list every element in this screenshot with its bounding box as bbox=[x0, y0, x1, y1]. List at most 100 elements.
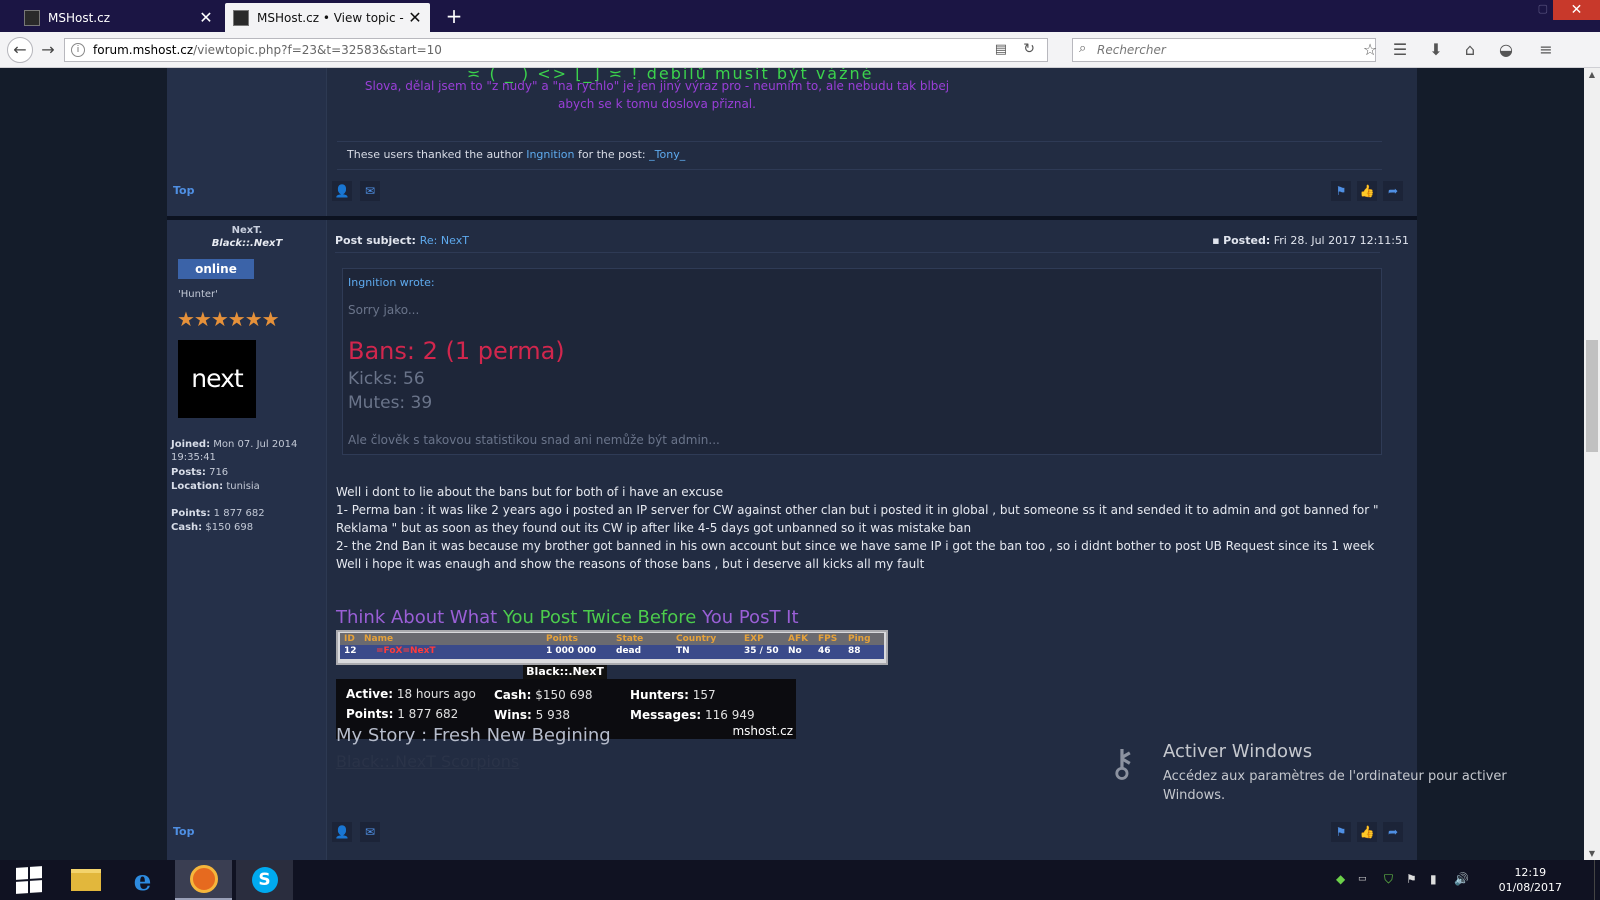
tab-title: MSHost.cz • View topic - NexT bbox=[257, 10, 408, 25]
signature-line: Slova, dělal jsem to "z nudy" a "na rych… bbox=[364, 79, 950, 93]
window-close-icon[interactable]: ✕ bbox=[1553, 0, 1600, 20]
player-card-title: Black::.NexT bbox=[523, 665, 607, 679]
tab-bar: MSHost.cz ✕ MSHost.cz • View topic - Nex… bbox=[0, 0, 1600, 32]
signature-motto: Think About What You Post Twice Before Y… bbox=[336, 607, 799, 628]
close-tab-icon[interactable]: ✕ bbox=[408, 9, 422, 25]
volume-icon[interactable]: 🔊 bbox=[1454, 872, 1469, 886]
quote-kicks: Kicks: 56 bbox=[348, 369, 425, 389]
menu-hamburger-icon[interactable]: ≡ bbox=[1536, 40, 1556, 59]
location-field: Location: tunisia bbox=[171, 481, 260, 492]
post-next: NexT. Black::.NexT online 'Hunter' ★★★★★… bbox=[167, 220, 1417, 860]
cash-field: Cash: $150 698 bbox=[171, 522, 254, 533]
quote-bans: Bans: 2 (1 perma) bbox=[348, 337, 565, 365]
url-bar[interactable]: i forum.mshost.cz /viewtopic.php?f=23&t=… bbox=[64, 38, 1048, 62]
quote-text: Ale člověk s takovou statistikou snad an… bbox=[348, 433, 720, 447]
taskbar-internet-explorer[interactable]: e bbox=[114, 860, 171, 900]
pm-envelope-icon[interactable]: ✉ bbox=[360, 822, 380, 842]
scroll-up-icon[interactable]: ▲ bbox=[1584, 70, 1600, 79]
page-scrollbar[interactable]: ▲ ▼ bbox=[1584, 68, 1600, 860]
taskbar-skype[interactable]: S bbox=[236, 860, 293, 900]
tab-view-topic[interactable]: MSHost.cz • View topic - NexT ✕ bbox=[225, 3, 430, 32]
signature-link[interactable]: Black::.NexT Scorpions bbox=[336, 752, 519, 771]
rank-stars-icon: ★★★★★★ bbox=[177, 307, 280, 331]
download-arrow-icon[interactable]: ⬇ bbox=[1426, 40, 1446, 59]
action-center-flag-icon[interactable]: ⚑ bbox=[1406, 872, 1417, 886]
page-viewport: Top ≍ ( _ ) <> ⌊_⌋ ≍ ! debilů musit být … bbox=[0, 68, 1584, 860]
post-action-icons: ⚑ 👍 ➦ bbox=[1331, 181, 1403, 201]
post-contact-icons: 👤 ✉ bbox=[332, 181, 380, 201]
site-favicon-icon bbox=[24, 9, 40, 26]
stats-player-row: 12 =FoX=NexT 1 000 000 dead TN 35 / 50 N… bbox=[340, 645, 884, 659]
forward-arrow-icon[interactable]: → bbox=[35, 37, 61, 63]
firefox-icon bbox=[189, 865, 218, 893]
activate-text: Accédez aux paramètres de l'ordinateur p… bbox=[1163, 769, 1507, 803]
post-page-icon[interactable]: ▪ bbox=[1212, 234, 1219, 247]
poster-rank: 'Hunter' bbox=[178, 289, 218, 300]
maximize-icon[interactable]: ▢ bbox=[1538, 2, 1548, 15]
new-tab-plus-icon[interactable]: + bbox=[442, 4, 466, 28]
joined-field: Joined: Mon 07. Jul 2014 19:35:41 bbox=[171, 439, 298, 463]
quote-author[interactable]: Ingnition wrote: bbox=[348, 276, 435, 289]
divider bbox=[337, 141, 1382, 142]
search-placeholder: Rechercher bbox=[1097, 43, 1166, 57]
divider bbox=[335, 252, 1380, 253]
close-tab-icon[interactable]: ✕ bbox=[199, 9, 213, 25]
search-input[interactable]: ⌕ Rechercher bbox=[1072, 38, 1376, 62]
network-signal-icon[interactable]: ▮ bbox=[1430, 872, 1437, 886]
scroll-down-icon[interactable]: ▼ bbox=[1584, 849, 1600, 858]
taskbar-file-explorer[interactable] bbox=[57, 860, 114, 900]
thanks-thumb-icon[interactable]: 👍 bbox=[1357, 822, 1377, 842]
reading-list-icon[interactable]: ☰ bbox=[1390, 40, 1410, 59]
share-arrow-icon[interactable]: ➦ bbox=[1383, 181, 1403, 201]
scrollbar-thumb[interactable] bbox=[1586, 340, 1598, 452]
site-info-icon[interactable]: i bbox=[71, 43, 85, 57]
poster-fullname: Black::.NexT bbox=[211, 238, 283, 249]
folder-icon bbox=[70, 869, 101, 891]
posted-date: ▪ Posted: Fri 28. Jul 2017 12:11:51 bbox=[1212, 234, 1409, 247]
post-action-icons: ⚑ 👍 ➦ bbox=[1331, 822, 1403, 842]
poster-username[interactable]: NexT. bbox=[167, 225, 327, 236]
back-arrow-icon[interactable]: ← bbox=[7, 37, 33, 63]
bookmark-star-icon[interactable]: ☆ bbox=[1360, 40, 1380, 59]
reader-view-icon[interactable]: ▤ bbox=[995, 42, 1007, 57]
tab-mshost[interactable]: MSHost.cz ✕ bbox=[16, 3, 221, 32]
show-desktop-button[interactable] bbox=[1594, 860, 1600, 900]
post-contact-icons: 👤 ✉ bbox=[332, 822, 380, 842]
top-link[interactable]: Top bbox=[173, 825, 194, 838]
start-button[interactable] bbox=[0, 860, 57, 900]
top-link[interactable]: Top bbox=[173, 184, 194, 197]
search-icon: ⌕ bbox=[1079, 41, 1087, 56]
thanks-thumb-icon[interactable]: 👍 bbox=[1357, 181, 1377, 201]
thanked-author-link[interactable]: Ingnition bbox=[526, 148, 574, 161]
reload-icon[interactable]: ↻ bbox=[1023, 41, 1035, 57]
tray-app-icon[interactable]: ◆ bbox=[1336, 872, 1345, 886]
system-clock[interactable]: 12:19 01/08/2017 bbox=[1499, 865, 1562, 895]
post-subject-link[interactable]: Re: NexT bbox=[420, 234, 469, 247]
home-icon[interactable]: ⌂ bbox=[1460, 40, 1480, 59]
post-content: Well i dont to lie about the bans but fo… bbox=[336, 485, 1379, 571]
server-stats-banner: ID Name Points State Country EXP AFK FPS… bbox=[336, 630, 888, 665]
report-flag-icon[interactable]: ⚑ bbox=[1331, 822, 1351, 842]
pocket-icon[interactable]: ◒ bbox=[1496, 40, 1516, 59]
report-flag-icon[interactable]: ⚑ bbox=[1331, 181, 1351, 201]
card-brand: mshost.cz bbox=[732, 724, 793, 738]
signature-story: My Story : Fresh New Begining bbox=[336, 725, 611, 746]
divider bbox=[337, 169, 1382, 170]
share-arrow-icon[interactable]: ➦ bbox=[1383, 822, 1403, 842]
avatar[interactable]: next bbox=[178, 340, 256, 418]
clock-time: 12:19 bbox=[1514, 866, 1547, 879]
tray-shield-icon[interactable]: ⛉ bbox=[1384, 872, 1393, 887]
posts-field: Posts: 716 bbox=[171, 467, 229, 478]
url-domain: forum.mshost.cz bbox=[93, 43, 194, 57]
profile-icon[interactable]: 👤 bbox=[332, 181, 352, 201]
thanking-user-link[interactable]: _Tony_ bbox=[649, 148, 685, 161]
taskbar-firefox[interactable] bbox=[175, 860, 232, 900]
profile-icon[interactable]: 👤 bbox=[332, 822, 352, 842]
points-field: Points: 1 877 682 bbox=[171, 508, 265, 519]
signature-line: abych se k tomu doslova přiznal. bbox=[558, 97, 756, 111]
online-badge: online bbox=[178, 259, 254, 279]
pm-envelope-icon[interactable]: ✉ bbox=[360, 181, 380, 201]
windows-taskbar: e S ◆ ▭ ⛉ ⚑ ▮ 🔊 12:19 01/08/2017 bbox=[0, 860, 1600, 900]
quote-text: Sorry jako... bbox=[348, 303, 420, 317]
keyboard-icon[interactable]: ▭ bbox=[1358, 874, 1367, 884]
